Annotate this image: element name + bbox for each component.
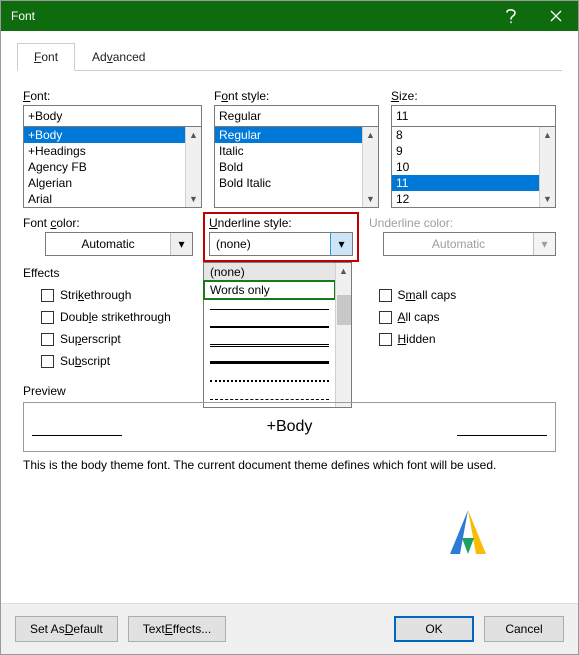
fontstyle-input[interactable] (214, 105, 379, 127)
tab-advanced[interactable]: Advanced (75, 43, 162, 71)
checkbox-hidden[interactable]: Hidden (379, 332, 557, 346)
checkbox-strikethrough[interactable]: Strikethrough (41, 288, 219, 302)
size-input[interactable] (391, 105, 556, 127)
font-dialog: Font Font Advanced Font: +Body +Headings… (0, 0, 579, 655)
cancel-button[interactable]: Cancel (484, 616, 564, 642)
help-button[interactable] (488, 1, 533, 31)
font-listbox[interactable]: +Body +Headings Agency FB Algerian Arial… (23, 126, 202, 208)
chevron-down-icon: ▾ (330, 233, 352, 255)
checkbox-subscript[interactable]: Subscript (41, 354, 219, 368)
close-button[interactable] (533, 1, 578, 31)
tabs: Font Advanced (17, 43, 562, 71)
text-effects-button[interactable]: Text Effects... (128, 616, 227, 642)
list-item[interactable]: 9 (392, 143, 539, 159)
checkbox-all-caps[interactable]: All caps (379, 310, 557, 324)
underlinestyle-combo[interactable]: (none) ▾ (209, 232, 353, 256)
size-label: Size: (391, 89, 556, 103)
underlinecolor-combo: Automatic ▾ (383, 232, 556, 256)
fontcolor-combo[interactable]: Automatic ▾ (45, 232, 193, 256)
underlinecolor-label: Underline color: (369, 216, 556, 230)
dropdown-item-underline[interactable] (204, 371, 335, 389)
list-item[interactable]: 12 (392, 191, 539, 207)
footer: Set As Default Text Effects... OK Cancel (1, 603, 578, 654)
size-listbox[interactable]: 8 9 10 11 12 ▲▼ (391, 126, 556, 208)
list-item[interactable]: +Headings (24, 143, 185, 159)
checkbox-small-caps[interactable]: Small caps (379, 288, 557, 302)
set-default-button[interactable]: Set As Default (15, 616, 118, 642)
font-label: Font: (23, 89, 202, 103)
chevron-down-icon: ▾ (170, 233, 192, 255)
list-item[interactable]: +Body (24, 127, 185, 143)
title: Font (11, 9, 488, 23)
fontstyle-listbox[interactable]: Regular Italic Bold Bold Italic ▲▼ (214, 126, 379, 208)
font-input[interactable] (23, 105, 202, 127)
checkbox-double-strikethrough[interactable]: Double strikethrough (41, 310, 219, 324)
chevron-down-icon: ▾ (533, 233, 555, 255)
underlinestyle-label: Underline style: (209, 216, 353, 230)
ok-button[interactable]: OK (394, 616, 474, 642)
tab-font[interactable]: Font (17, 43, 75, 71)
list-item[interactable]: Bold (215, 159, 362, 175)
preview-text: +Body (267, 418, 313, 436)
list-item[interactable]: Bold Italic (215, 175, 362, 191)
list-item[interactable]: Italic (215, 143, 362, 159)
list-item[interactable]: 8 (392, 127, 539, 143)
list-item[interactable]: 10 (392, 159, 539, 175)
preview-hint: This is the body theme font. The current… (23, 458, 556, 472)
fontcolor-label: Font color: (23, 216, 193, 230)
titlebar: Font (1, 1, 578, 31)
effects-label: Effects (23, 266, 556, 280)
list-item[interactable]: Regular (215, 127, 362, 143)
list-item[interactable]: Arial (24, 191, 185, 207)
list-item[interactable]: Agency FB (24, 159, 185, 175)
watermark-logo (448, 508, 488, 559)
preview-box: +Body (23, 402, 556, 452)
scrollbar[interactable]: ▲▼ (185, 127, 201, 207)
list-item[interactable]: 11 (392, 175, 539, 191)
fontstyle-label: Font style: (214, 89, 379, 103)
scrollbar[interactable]: ▲▼ (539, 127, 555, 207)
annotation-box: Underline style: (none) ▾ (203, 212, 359, 262)
checkbox-superscript[interactable]: Superscript (41, 332, 219, 346)
list-item[interactable]: Algerian (24, 175, 185, 191)
scrollbar[interactable]: ▲▼ (362, 127, 378, 207)
